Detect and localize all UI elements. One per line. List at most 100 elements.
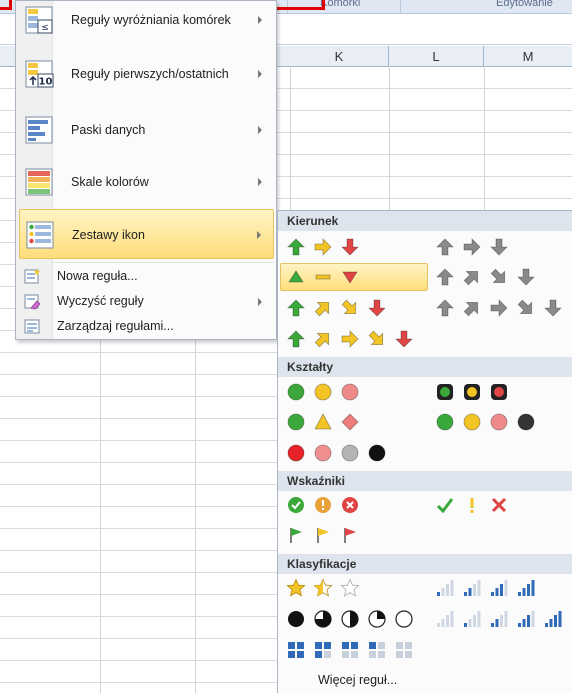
three-quarters-icon — [314, 610, 332, 628]
full-star-icon — [286, 578, 306, 597]
menu-item-label: Reguły wyróżniania komórek — [71, 13, 231, 27]
icon-set-3-traffic-lights-rimmed[interactable] — [435, 381, 509, 403]
icon-set-5-arrows-colored[interactable] — [286, 328, 414, 350]
signal-0-icon — [437, 611, 454, 627]
menu-item-manage-rules[interactable]: Zarządzaj regułami... — [19, 314, 274, 339]
green-flag-icon — [290, 528, 302, 543]
menu-item-color-scales[interactable]: Skale kolorów — [19, 157, 274, 207]
one-quarter-icon — [368, 610, 386, 628]
signal-2-icon — [491, 611, 508, 627]
more-rules-item[interactable]: Więcej reguł... — [278, 666, 572, 694]
red-triangle-down-icon — [342, 271, 358, 284]
column-header-k[interactable]: K — [290, 46, 389, 66]
yellow-flag-icon — [317, 528, 329, 543]
menu-item-icon-sets[interactable]: Zestawy ikon — [19, 209, 274, 259]
yellow-triangle-icon — [314, 413, 332, 430]
ribbon-group-editing: Edytowanie — [496, 0, 553, 9]
exclamation-icon — [470, 498, 474, 513]
signal-2-icon — [464, 580, 481, 596]
half-star-icon — [313, 578, 333, 597]
menu-item-label: Skale kolorów — [71, 175, 149, 189]
red-down-arrow-icon — [368, 299, 386, 317]
menu-item-highlight-rules[interactable]: ≤ Reguły wyróżniania komórek — [19, 0, 274, 45]
icon-set-5-arrows-gray[interactable] — [435, 297, 563, 319]
boxes-1-icon — [369, 642, 385, 658]
column-header-m[interactable]: M — [484, 46, 572, 66]
icon-sets-icon — [26, 221, 54, 249]
ribbon-separator — [400, 0, 401, 13]
gray-up-arrow-icon — [436, 299, 454, 317]
menu-item-new-rule[interactable]: Nowa reguła... — [19, 264, 274, 289]
gray-up-right-arrow-icon — [463, 301, 479, 317]
data-bars-icon — [25, 116, 53, 144]
icon-set-3-arrows-gray[interactable] — [435, 236, 509, 258]
new-rule-icon — [24, 269, 40, 284]
green-circle-icon — [287, 413, 305, 431]
gray-up-arrow-icon — [436, 268, 454, 286]
yellow-up-right-arrow-icon — [314, 301, 330, 317]
icon-set-3-triangles[interactable] — [286, 266, 360, 288]
red-circle-icon — [287, 444, 305, 462]
submenu-arrow-icon — [258, 16, 262, 24]
boxes-0-icon — [396, 642, 412, 658]
gray-right-arrow-icon — [490, 299, 508, 317]
conditional-formatting-menu: ≤ Reguły wyróżniania komórek 10 Reguły p… — [15, 0, 277, 340]
icon-set-4-red-to-black[interactable] — [286, 442, 387, 464]
signal-1-icon — [437, 580, 454, 596]
icon-set-3-arrows-colored[interactable] — [286, 236, 360, 258]
icon-set-4-traffic-lights[interactable] — [435, 411, 536, 433]
submenu-arrow-icon — [258, 126, 262, 134]
red-circle-icon — [341, 383, 359, 401]
boxes-3-icon — [315, 642, 331, 658]
yellow-right-arrow-icon — [341, 330, 359, 348]
icon-set-3-traffic-lights[interactable] — [286, 381, 360, 403]
top-bottom-rules-icon: 10 — [25, 60, 54, 88]
check-icon — [436, 498, 454, 514]
gray-circle-icon — [341, 444, 359, 462]
menu-item-clear-rules[interactable]: Wyczyść reguły — [19, 289, 274, 314]
yellow-down-right-arrow-icon — [368, 330, 384, 346]
x-circle-icon — [342, 497, 358, 513]
menu-item-data-bars[interactable]: Paski danych — [19, 105, 274, 155]
submenu-arrow-icon — [258, 178, 262, 186]
menu-item-label: Zestawy ikon — [72, 228, 145, 242]
icon-set-3-symbols-circled[interactable] — [286, 494, 360, 516]
icon-set-4-arrows-gray[interactable] — [435, 266, 536, 288]
icon-set-4-arrows-colored[interactable] — [286, 297, 387, 319]
clear-rules-icon — [24, 294, 41, 310]
icon-set-5-boxes[interactable] — [286, 639, 414, 661]
boxes-4-icon — [288, 642, 304, 658]
icon-set-3-signs[interactable] — [286, 411, 360, 433]
menu-item-top-bottom-rules[interactable]: 10 Reguły pierwszych/ostatnich — [19, 49, 274, 99]
manage-rules-icon — [24, 319, 40, 334]
icon-set-5-quarters[interactable] — [286, 608, 414, 630]
signal-3-icon — [518, 611, 535, 627]
menu-item-label: Reguły pierwszych/ostatnich — [71, 67, 229, 81]
green-up-arrow-icon — [287, 299, 305, 317]
check-circle-icon — [288, 497, 304, 513]
x-icon — [491, 497, 507, 513]
icon-set-4-ratings[interactable] — [435, 577, 536, 599]
gray-up-arrow-icon — [436, 238, 454, 256]
icon-set-3-symbols[interactable] — [435, 494, 509, 516]
section-header-ratings: Klasyfikacje — [278, 554, 572, 574]
empty-quarter-icon — [395, 610, 413, 628]
half-quarter-icon — [341, 610, 359, 628]
section-header-indicators: Wskaźniki — [278, 471, 572, 491]
section-header-shapes: Kształty — [278, 357, 572, 377]
menu-item-label: Paski danych — [71, 123, 146, 137]
red-flag-icon — [344, 528, 356, 543]
black-circle-icon — [368, 444, 386, 462]
icon-set-5-ratings[interactable] — [435, 608, 563, 630]
gray-right-arrow-icon — [463, 238, 481, 256]
svg-text:≤: ≤ — [41, 23, 49, 33]
icon-set-3-stars[interactable] — [286, 577, 360, 599]
gray-down-arrow-icon — [544, 299, 562, 317]
icon-set-3-flags[interactable] — [286, 524, 360, 546]
submenu-arrow-icon — [258, 298, 262, 306]
highlight-rules-icon: ≤ — [25, 6, 53, 34]
pink-circle-icon — [314, 444, 332, 462]
green-circle-icon — [436, 413, 454, 431]
column-header-l[interactable]: L — [389, 46, 484, 66]
yellow-dash-icon — [315, 274, 331, 280]
